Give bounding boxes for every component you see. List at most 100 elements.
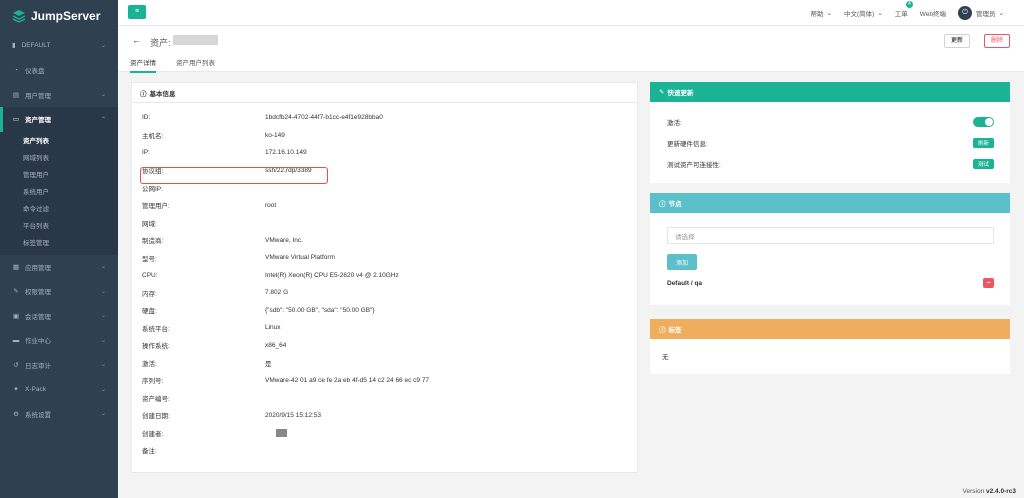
language-menu[interactable]: 中文(简体) ⌄: [844, 8, 883, 18]
info-key: 创建日期:: [142, 413, 170, 421]
info-row: 资产编号:: [132, 389, 637, 407]
sidebar-item-xpack[interactable]: ✦ X-Pack ⌄: [0, 377, 118, 402]
info-value: 1bdcfb24-4702-44f7-b1cc-e4f1e928bba0: [265, 114, 383, 122]
tickets-link[interactable]: 工单 4: [894, 1, 913, 18]
remove-node-button[interactable]: −: [983, 278, 994, 288]
inbox-icon: ▭: [12, 116, 20, 124]
sidebar-item-applications[interactable]: ▦ 应用管理 ⌄: [0, 255, 118, 280]
sidebar-item-users[interactable]: ▤ 用户管理 ⌄: [0, 83, 118, 108]
sidebar-item-settings[interactable]: ⚙ 系统设置 ⌄: [0, 402, 118, 427]
chevron-up-icon: ⌃: [100, 116, 106, 123]
chevron-down-icon: ⌄: [100, 313, 106, 320]
info-key: 创建者:: [142, 430, 164, 438]
sub-item-command-filter[interactable]: 命令过滤: [0, 200, 118, 217]
info-key: 备注:: [142, 448, 157, 456]
sidebar-item-assets[interactable]: ▭ 资产管理 ⌃: [0, 107, 118, 132]
redacted-asset-name: [173, 35, 218, 45]
node-select-placeholder: 请选择: [675, 233, 695, 241]
sub-item-asset-list[interactable]: 资产列表: [0, 132, 118, 149]
help-menu[interactable]: 帮助 ⌄: [811, 8, 832, 18]
org-selector[interactable]: ▮ DEFAULT ⌄: [0, 32, 118, 58]
info-row: 创建者:: [132, 424, 637, 442]
creator-avatar: [276, 428, 287, 437]
info-key: 主机名:: [142, 133, 164, 141]
info-value: root: [265, 201, 277, 209]
info-value: VMware-42 01 a9 ce fe 2a eb 4f-d5 14 c2 …: [265, 376, 430, 384]
info-value: ko-149: [265, 131, 285, 139]
add-node-button[interactable]: 添加: [667, 254, 697, 270]
sidebar-item-label: 应用管理: [25, 264, 51, 272]
sub-item-label-management[interactable]: 标签管理: [0, 234, 118, 251]
quick-update-header: ✎ 快速更新: [650, 82, 1010, 102]
sidebar-item-label: 用户管理: [25, 92, 51, 100]
basic-info-title: 基本信息: [149, 90, 176, 98]
node-select-input[interactable]: 请选择: [667, 227, 994, 244]
quick-update-title: 快速更新: [667, 90, 694, 97]
info-value: VMware, Inc.: [265, 236, 303, 244]
org-name: DEFAULT: [21, 41, 51, 49]
top-right-menu: 帮助 ⌄ 中文(简体) ⌄ 工单 4 Web终端 ⏻ 管理员 ⌄: [811, 0, 1004, 26]
info-key: 激活:: [142, 360, 157, 368]
menu-toggle-button[interactable]: ≡: [128, 5, 146, 19]
back-arrow-icon[interactable]: ←: [132, 35, 141, 45]
chevron-down-icon: ⌄: [100, 411, 106, 418]
chevron-down-icon: ⌄: [100, 288, 106, 295]
info-row: 系统平台: Linux: [132, 319, 637, 337]
chevron-down-icon: ⌄: [100, 92, 106, 99]
info-key: 网域:: [142, 220, 157, 228]
info-row: 激活: 是: [132, 354, 637, 372]
user-menu[interactable]: ⏻ 管理员 ⌄: [958, 6, 1004, 20]
tab-asset-detail[interactable]: 资产详情: [130, 57, 156, 73]
sub-item-system-users[interactable]: 系统用户: [0, 183, 118, 200]
logo[interactable]: JumpServer: [0, 0, 118, 32]
info-row: 网域:: [132, 214, 637, 232]
node-name: Default / qa: [667, 279, 703, 287]
sidebar-item-sessions[interactable]: ▣ 会话管理 ⌄: [0, 304, 118, 329]
info-key: IP:: [142, 149, 150, 157]
sub-item-platform-list[interactable]: 平台列表: [0, 217, 118, 234]
info-key: 公网IP:: [142, 185, 163, 193]
active-toggle[interactable]: [973, 116, 994, 127]
info-key: CPU:: [142, 271, 158, 279]
chevron-down-icon: ⌄: [100, 337, 106, 344]
dashboard-icon: ◔: [14, 66, 18, 74]
page-title: 资产:: [150, 38, 171, 48]
update-button[interactable]: 更新: [943, 34, 970, 48]
sidebar-item-label: 会话管理: [25, 313, 51, 321]
brand-name: JumpServer: [31, 9, 101, 23]
top-navbar: ≡ 帮助 ⌄ 中文(简体) ⌄ 工单 4 Web终端 ⏻ 管理员 ⌄: [118, 0, 1024, 26]
sub-item-domain-list[interactable]: 网域列表: [0, 149, 118, 166]
info-value: 7.802 G: [265, 289, 289, 297]
refresh-hardware-button[interactable]: 刷新: [972, 137, 994, 148]
info-row: 创建日期: 2020/9/15 15:12:53: [132, 407, 637, 425]
page-header: ← 资产: 更新 删除 资产详情 资产用户列表: [118, 26, 1024, 73]
avatar: ⏻: [958, 6, 973, 20]
info-row: 序列号: VMware-42 01 a9 ce fe 2a eb 4f-d5 14…: [132, 372, 637, 390]
info-value: 是: [265, 360, 272, 368]
sub-item-admin-users[interactable]: 管理用户: [0, 166, 118, 183]
sidebar-item-permissions[interactable]: ✎ 权限管理 ⌄: [0, 279, 118, 304]
sidebar-item-audit[interactable]: ↺ 日志审计 ⌄: [0, 353, 118, 378]
test-connectivity-button[interactable]: 测试: [972, 158, 994, 169]
chevron-down-icon: ⌄: [826, 10, 832, 17]
sidebar-item-dashboard[interactable]: ◔ 仪表盘: [0, 58, 118, 83]
sidebar-item-jobs[interactable]: ▬ 作业中心 ⌄: [0, 328, 118, 353]
settings-icon: ⚙: [13, 410, 19, 418]
info-value: 2020/9/15 15:12:53: [265, 411, 322, 419]
info-value: Linux: [265, 324, 281, 332]
user-name: 管理员: [976, 11, 996, 18]
web-terminal-link[interactable]: Web终端: [920, 8, 946, 18]
info-row: 制造商: VMware, Inc.: [132, 232, 637, 250]
info-key: 内存:: [142, 290, 157, 298]
delete-button[interactable]: 删除: [983, 34, 1010, 48]
sidebar-item-label: 权限管理: [25, 289, 51, 297]
tab-asset-users[interactable]: 资产用户列表: [176, 57, 215, 73]
jumpserver-logo-icon: [12, 10, 26, 23]
info-row: 硬盘: {"sdb": "50.00 GB", "sda": "50.00 GB"…: [132, 302, 637, 320]
sidebar-item-label: 资产管理: [25, 117, 51, 125]
chevron-down-icon: ⌄: [998, 10, 1004, 17]
detail-tabs: 资产详情 资产用户列表: [130, 57, 215, 73]
info-row: 型号: VMware Virtual Platform: [132, 249, 637, 267]
info-key: ID:: [142, 114, 151, 122]
tickets-label: 工单: [894, 11, 908, 18]
